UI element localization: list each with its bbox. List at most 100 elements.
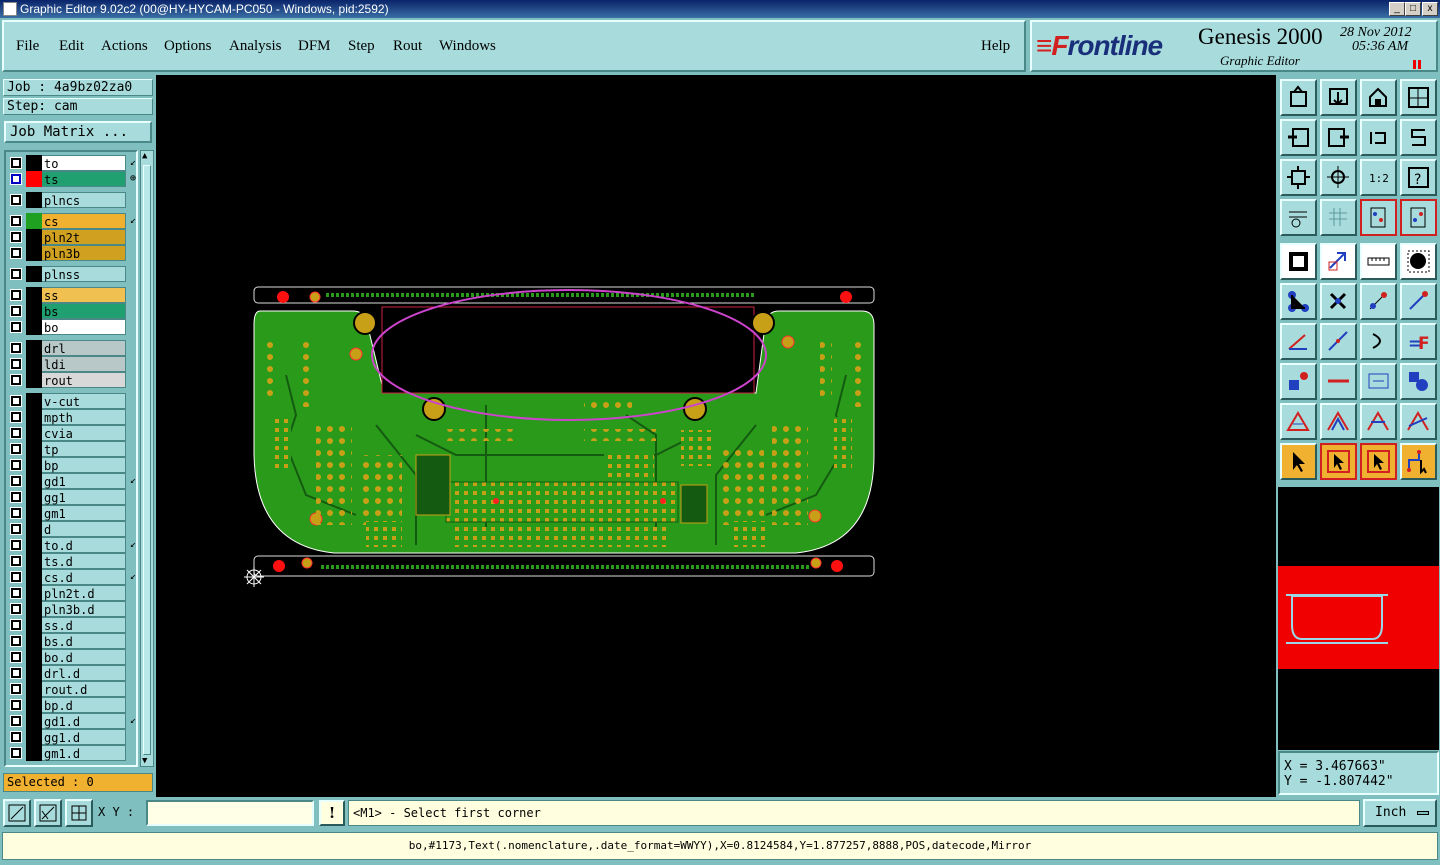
menu-edit[interactable]: Edit [59,38,84,55]
snap-button[interactable] [1400,119,1437,156]
layer-row-gg1[interactable]: gg1 [8,489,136,505]
layer-checkbox[interactable] [10,215,22,227]
layer-checkbox[interactable] [10,231,22,243]
line-dot-button[interactable] [1400,283,1437,320]
angle-button[interactable] [1280,323,1317,360]
layer-color-swatch[interactable] [26,441,42,457]
layer-name[interactable]: drl.d [42,665,126,681]
layer-row-cvia[interactable]: cvia [8,425,136,441]
connect-button[interactable] [1280,283,1317,320]
square-dot-button[interactable] [1280,363,1317,400]
layer-checkbox[interactable] [10,321,22,333]
xy-input[interactable] [146,800,314,826]
layer-checkbox[interactable] [10,747,22,759]
layer-row-ss[interactable]: ss [8,287,136,303]
layer-row-bp[interactable]: bp [8,457,136,473]
layer-name[interactable]: gg1.d [42,729,126,745]
select-box-button[interactable] [1320,443,1357,480]
layer-row-bs[interactable]: bs [8,303,136,319]
layer-color-swatch[interactable] [26,245,42,261]
triangle-b-button[interactable] [1320,403,1357,440]
layer-name[interactable]: rout [42,372,126,388]
layer-checkbox[interactable] [10,587,22,599]
layer-row-gd1[interactable]: gd1 ↙ [8,473,136,489]
layer-name[interactable]: pln2t [42,229,126,245]
layer-checkbox[interactable] [10,342,22,354]
layer-name[interactable]: ts [42,171,126,187]
layer-row-gm1[interactable]: gm1 [8,505,136,521]
zoom-area-button[interactable] [3,799,31,827]
layer-row-ts-d[interactable]: ts.d [8,553,136,569]
layer-color-swatch[interactable] [26,697,42,713]
layer-name[interactable]: d [42,521,126,537]
layer-name[interactable]: cvia [42,425,126,441]
layer-color-swatch[interactable] [26,229,42,245]
layer-name[interactable]: ss [42,287,126,303]
layer-name[interactable]: bs.d [42,633,126,649]
layer-row-ss-d[interactable]: ss.d [8,617,136,633]
layer-checkbox[interactable] [10,411,22,423]
layer-row-gg1-d[interactable]: gg1.d [8,729,136,745]
layer-row-gm1-d[interactable]: gm1.d [8,745,136,761]
menu-options[interactable]: Options [164,38,212,55]
layer-row-v-cut[interactable]: v-cut [8,393,136,409]
units-select[interactable]: Inch [1363,799,1437,827]
select-route-button[interactable] [1400,443,1437,480]
layer-color-swatch[interactable] [26,393,42,409]
pause-icon[interactable] [1413,60,1421,69]
layer-row-rout-d[interactable]: rout.d [8,681,136,697]
layer-name[interactable]: bo [42,319,126,335]
layer-checkbox[interactable] [10,603,22,615]
layer-compare-button[interactable] [1360,199,1397,236]
layer-checkbox[interactable] [10,555,22,567]
layer-row-cs[interactable]: cs ↙ [8,213,136,229]
layer-name[interactable]: bp [42,457,126,473]
layer-checkbox[interactable] [10,475,22,487]
layer-row-bo-d[interactable]: bo.d [8,649,136,665]
layer-color-swatch[interactable] [26,266,42,282]
line-point-button[interactable] [1360,283,1397,320]
triangle-c-button[interactable] [1360,403,1397,440]
layer-checkbox[interactable] [10,731,22,743]
layer-row-drl[interactable]: drl [8,340,136,356]
layer-row-plnss[interactable]: plnss [8,266,136,282]
layer-color-swatch[interactable] [26,303,42,319]
layer-checkbox[interactable] [10,305,22,317]
layer-color-swatch[interactable] [26,356,42,372]
layer-row-mpth[interactable]: mpth [8,409,136,425]
layer-color-swatch[interactable] [26,457,42,473]
layer-row-pln3b[interactable]: pln3b [8,245,136,261]
cross-button[interactable] [1320,283,1357,320]
layer-checkbox[interactable] [10,459,22,471]
layer-name[interactable]: cs.d [42,569,126,585]
layer-row-tp[interactable]: tp [8,441,136,457]
layer-name[interactable]: ts.d [42,553,126,569]
measure-button[interactable] [34,799,62,827]
layer-checkbox[interactable] [10,683,22,695]
layer-color-swatch[interactable] [26,409,42,425]
layer-color-swatch[interactable] [26,617,42,633]
menu-windows[interactable]: Windows [439,38,496,55]
layer-checkbox[interactable] [10,507,22,519]
menu-file[interactable]: File [16,38,39,55]
layer-checkbox[interactable] [10,289,22,301]
layer-checkbox[interactable] [10,173,22,185]
pan-right-button[interactable] [1320,119,1357,156]
layer-color-swatch[interactable] [26,155,42,171]
layer-row-bp-d[interactable]: bp.d [8,697,136,713]
layer-checkbox[interactable] [10,635,22,647]
menu-rout[interactable]: Rout [393,38,422,55]
select-arrow-button[interactable] [1280,443,1317,480]
layer-name[interactable]: bp.d [42,697,126,713]
layer-checkbox[interactable] [10,268,22,280]
layer-row-plncs[interactable]: plncs [8,192,136,208]
layer-name[interactable]: tp [42,441,126,457]
grid-snap-button[interactable] [65,799,93,827]
layer-row-to-d[interactable]: to.d ↙ [8,537,136,553]
maximize-button[interactable]: □ [1405,2,1421,16]
layer-color-swatch[interactable] [26,665,42,681]
layer-checkbox[interactable] [10,715,22,727]
layer-name[interactable]: rout.d [42,681,126,697]
layer-color-swatch[interactable] [26,585,42,601]
menu-dfm[interactable]: DFM [298,38,331,55]
